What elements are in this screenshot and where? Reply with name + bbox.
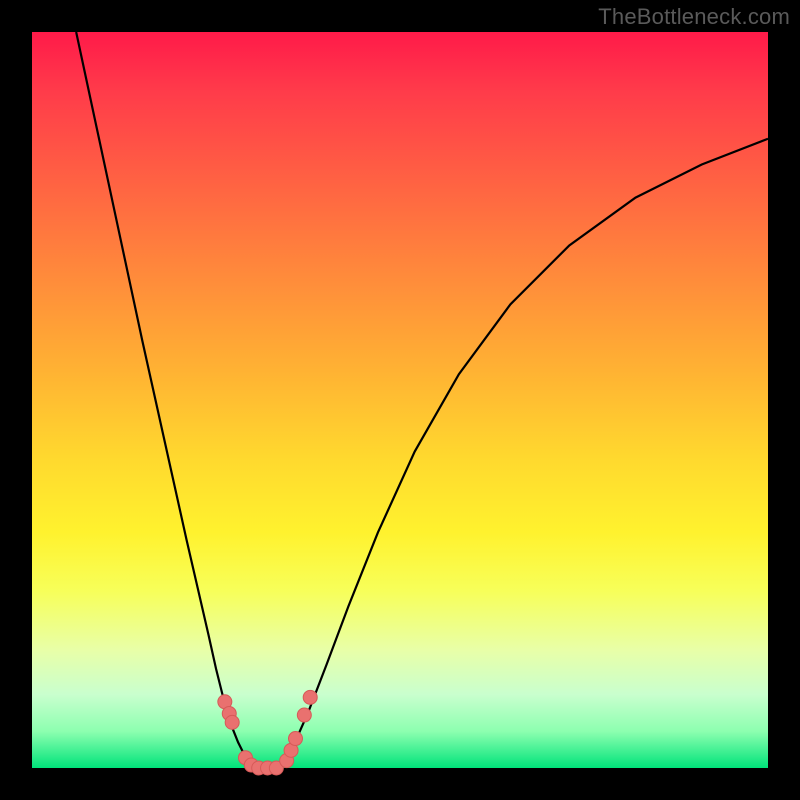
- bottleneck-curve: [76, 32, 768, 768]
- dot: [303, 690, 317, 704]
- curve-layer: [32, 32, 768, 768]
- dot: [288, 732, 302, 746]
- curve-path: [76, 32, 768, 768]
- watermark-text: TheBottleneck.com: [598, 4, 790, 30]
- highlight-dots: [218, 690, 317, 775]
- dot: [297, 708, 311, 722]
- chart-frame: TheBottleneck.com: [0, 0, 800, 800]
- dot: [225, 715, 239, 729]
- plot-area: [32, 32, 768, 768]
